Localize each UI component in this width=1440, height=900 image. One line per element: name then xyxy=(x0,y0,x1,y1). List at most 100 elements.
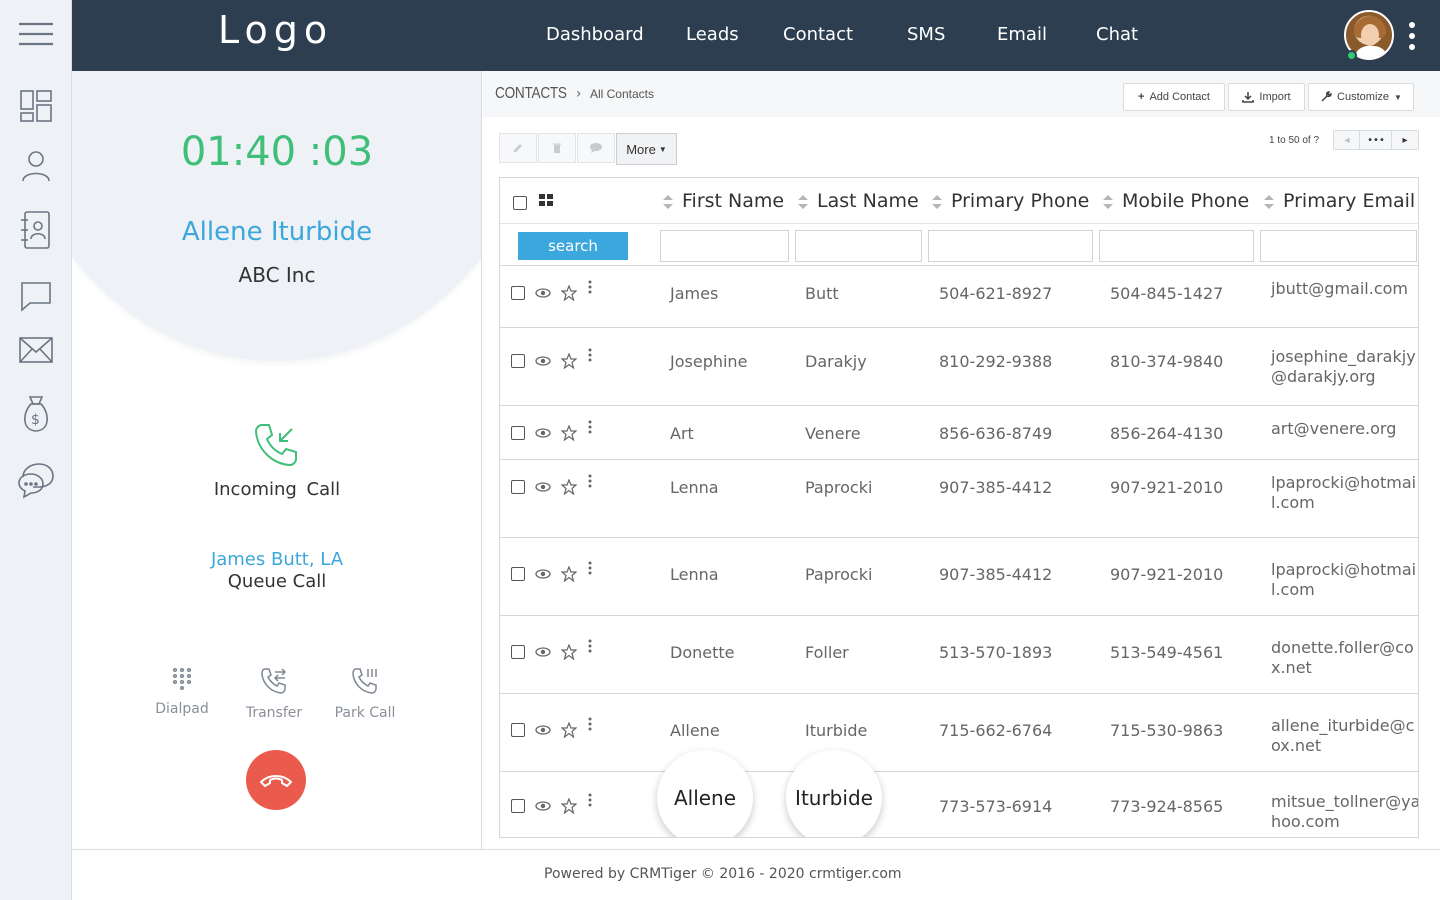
eye-icon[interactable] xyxy=(535,801,551,811)
cell-primary-phone[interactable]: 907-385-4412 xyxy=(939,565,1052,585)
star-icon[interactable] xyxy=(561,353,577,369)
delete-button[interactable] xyxy=(538,133,576,163)
row-menu-icon[interactable] xyxy=(588,474,592,488)
cell-primary-email[interactable]: lpaprocki@hotmail.com xyxy=(1271,473,1418,513)
eye-icon[interactable] xyxy=(535,356,551,366)
cell-first-name[interactable]: Donette xyxy=(670,643,734,663)
eye-icon[interactable] xyxy=(535,569,551,579)
caller-name[interactable]: Allene Iturbide xyxy=(72,217,481,247)
cell-first-name[interactable]: Lenna xyxy=(670,478,719,498)
table-row[interactable]: Art Venere 856-636-8749 856-264-4130 art@ven… xyxy=(500,406,1418,460)
row-checkbox[interactable] xyxy=(511,799,525,813)
cell-last-name[interactable]: Darakjy xyxy=(805,352,867,372)
breadcrumb-module[interactable]: CONTACTS xyxy=(495,85,567,103)
hamburger-icon[interactable] xyxy=(16,14,56,54)
star-icon[interactable] xyxy=(561,722,577,738)
chat-bubble-icon[interactable] xyxy=(16,276,56,316)
table-row[interactable]: Allene Iturbide 715-662-6764 715-530-9863 al… xyxy=(500,694,1418,772)
nav-email[interactable]: Email xyxy=(997,24,1047,45)
cell-mobile-phone[interactable]: 856-264-4130 xyxy=(1110,424,1223,444)
star-icon[interactable] xyxy=(561,285,577,301)
star-icon[interactable] xyxy=(561,425,577,441)
row-menu-icon[interactable] xyxy=(588,793,592,807)
cell-first-name[interactable]: Josephine xyxy=(670,352,747,372)
table-row[interactable]: MitsueTollner773-573-6914773-924-8565mit… xyxy=(500,772,1418,837)
primary-email-filter-input[interactable] xyxy=(1260,230,1417,262)
cell-first-name[interactable]: Lenna xyxy=(670,565,719,585)
row-menu-icon[interactable] xyxy=(588,717,592,731)
cell-primary-email[interactable]: art@venere.org xyxy=(1271,419,1418,439)
page-jump-button[interactable]: ••• xyxy=(1359,130,1393,150)
cell-last-name[interactable]: Venere xyxy=(805,424,861,444)
table-row[interactable]: Donette Foller 513-570-1893 513-549-4561 don… xyxy=(500,616,1418,694)
row-checkbox[interactable] xyxy=(511,645,525,659)
cell-mobile-phone[interactable]: 513-549-4561 xyxy=(1110,643,1223,663)
add-contact-button[interactable]: + Add Contact xyxy=(1123,83,1225,111)
row-checkbox[interactable] xyxy=(511,426,525,440)
breadcrumb-view[interactable]: All Contacts xyxy=(590,87,654,101)
money-bag-icon[interactable]: $ xyxy=(16,394,56,434)
nav-contact[interactable]: Contact xyxy=(783,24,853,45)
cell-mobile-phone[interactable]: 773-924-8565 xyxy=(1110,797,1223,817)
mobile-phone-filter-input[interactable] xyxy=(1099,230,1254,262)
cell-last-name[interactable]: Butt xyxy=(805,284,839,304)
cell-last-name[interactable]: Foller xyxy=(805,643,849,663)
cell-primary-email[interactable]: jbutt@gmail.com xyxy=(1271,279,1418,299)
eye-icon[interactable] xyxy=(535,428,551,438)
cell-primary-email[interactable]: lpaprocki@hotmail.com xyxy=(1271,560,1418,600)
cell-primary-email[interactable]: mitsue_tollner@yahoo.com xyxy=(1271,792,1418,832)
cell-first-name[interactable]: Allene xyxy=(670,721,720,741)
nav-chat[interactable]: Chat xyxy=(1096,24,1138,45)
column-mobile-phone[interactable]: Mobile Phone xyxy=(1102,190,1249,212)
star-icon[interactable] xyxy=(561,798,577,814)
eye-icon[interactable] xyxy=(535,288,551,298)
table-row[interactable]: Lenna Paprocki 907-385-4412 907-921-2010 lpa… xyxy=(500,538,1418,616)
cell-mobile-phone[interactable]: 715-530-9863 xyxy=(1110,721,1223,741)
nav-dashboard[interactable]: Dashboard xyxy=(546,24,644,45)
row-checkbox[interactable] xyxy=(511,567,525,581)
row-checkbox[interactable] xyxy=(511,480,525,494)
select-all-checkbox[interactable] xyxy=(513,196,527,210)
edit-button[interactable] xyxy=(499,133,537,163)
more-options-icon[interactable] xyxy=(1407,22,1417,50)
row-menu-icon[interactable] xyxy=(588,420,592,434)
nav-sms[interactable]: SMS xyxy=(907,24,945,45)
park-call-button[interactable]: Park Call xyxy=(325,667,405,721)
cell-primary-email[interactable]: allene_iturbide@cox.net xyxy=(1271,716,1418,756)
comment-button[interactable] xyxy=(577,133,615,163)
star-icon[interactable] xyxy=(561,566,577,582)
search-button[interactable]: search xyxy=(518,232,628,260)
primary-phone-filter-input[interactable] xyxy=(928,230,1093,262)
row-menu-icon[interactable] xyxy=(588,348,592,362)
cell-last-name[interactable]: Paprocki xyxy=(805,565,872,585)
cell-mobile-phone[interactable]: 907-921-2010 xyxy=(1110,565,1223,585)
cell-primary-email[interactable]: josephine_darakjy@darakjy.org xyxy=(1271,347,1418,387)
cell-primary-email[interactable]: donette.foller@cox.net xyxy=(1271,638,1418,678)
cell-primary-phone[interactable]: 810-292-9388 xyxy=(939,352,1052,372)
column-primary-phone[interactable]: Primary Phone xyxy=(931,190,1089,212)
table-row[interactable]: James Butt 504-621-8927 504-845-1427 jbutt@g… xyxy=(500,266,1418,328)
nav-leads[interactable]: Leads xyxy=(686,24,739,45)
cell-last-name[interactable]: Iturbide xyxy=(805,721,867,741)
column-grid-icon[interactable] xyxy=(539,194,553,206)
app-logo[interactable]: Logo xyxy=(218,8,333,52)
transfer-button[interactable]: Transfer xyxy=(234,667,314,721)
row-checkbox[interactable] xyxy=(511,354,525,368)
column-last-name[interactable]: Last Name xyxy=(797,190,919,212)
table-row[interactable]: Josephine Darakjy 810-292-9388 810-374-9840… xyxy=(500,328,1418,406)
cell-primary-phone[interactable]: 504-621-8927 xyxy=(939,284,1052,304)
hang-up-button[interactable] xyxy=(246,750,306,810)
cell-primary-phone[interactable]: 907-385-4412 xyxy=(939,478,1052,498)
eye-icon[interactable] xyxy=(535,725,551,735)
more-actions-button[interactable]: More ▼ xyxy=(616,133,677,165)
row-menu-icon[interactable] xyxy=(588,561,592,575)
import-button[interactable]: Import xyxy=(1228,83,1305,111)
mail-icon[interactable] xyxy=(16,330,56,370)
row-checkbox[interactable] xyxy=(511,286,525,300)
cell-last-name[interactable]: Paprocki xyxy=(805,478,872,498)
column-first-name[interactable]: First Name xyxy=(662,190,784,212)
customize-button[interactable]: Customize ▼ xyxy=(1308,83,1414,111)
cell-mobile-phone[interactable]: 907-921-2010 xyxy=(1110,478,1223,498)
row-menu-icon[interactable] xyxy=(588,280,592,294)
first-name-filter-input[interactable] xyxy=(660,230,789,262)
